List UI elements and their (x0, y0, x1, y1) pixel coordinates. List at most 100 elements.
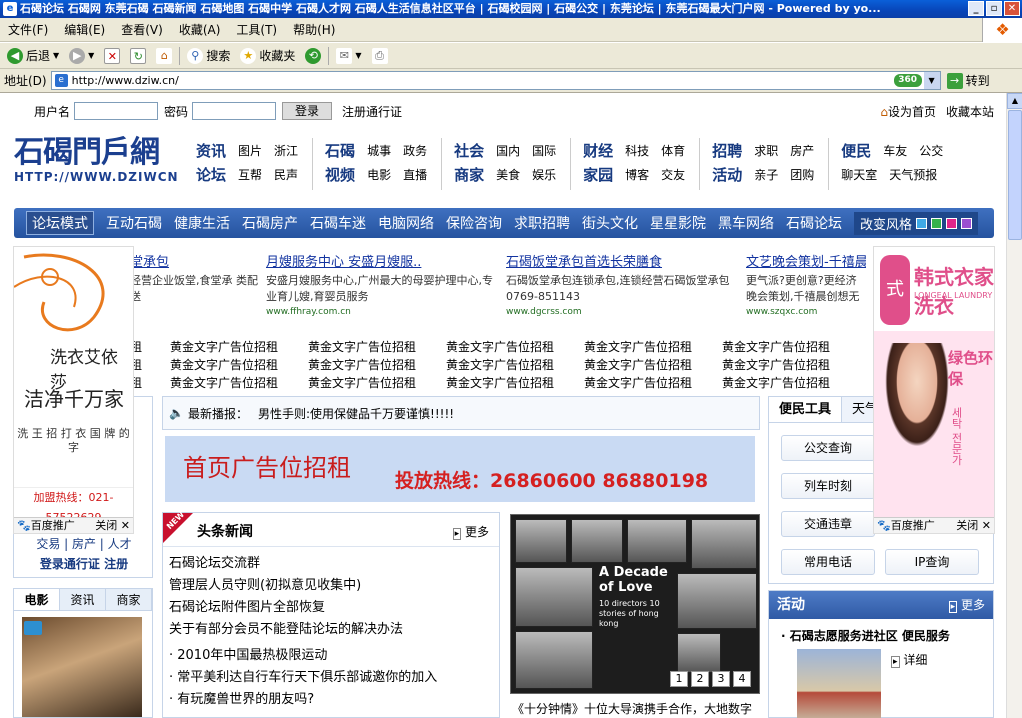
vertical-scrollbar[interactable]: ▲ (1006, 93, 1022, 718)
tab-movie[interactable]: 电影 (14, 589, 60, 610)
nav-link[interactable]: 车友 (883, 142, 907, 159)
featured-ad-title[interactable]: 堂承包 (130, 251, 258, 270)
forum-nav-item[interactable]: 电脑网络 (378, 213, 434, 233)
nav-link[interactable]: 电影 (367, 166, 391, 183)
set-home-link[interactable]: ⌂设为首页 (880, 103, 936, 120)
nav-link[interactable]: 求职 (754, 142, 778, 159)
nav-link[interactable]: 招聘 (712, 140, 742, 161)
slide-page-3[interactable]: 3 (712, 671, 730, 687)
minimize-button[interactable]: _ (968, 1, 984, 16)
style-swatch-purple[interactable] (961, 217, 973, 229)
close-ad-button[interactable]: 关闭 ✕ (956, 518, 991, 533)
left-register-link[interactable]: 登录通行证 注册 (14, 555, 154, 572)
text-ad-link[interactable]: 黄金文字广告位招租 (722, 374, 860, 391)
text-ad-link[interactable]: 黄金文字广告位招租 (308, 356, 446, 373)
style-swatch-blue[interactable] (916, 217, 928, 229)
forum-mode-tab[interactable]: 论坛模式 (26, 211, 94, 235)
nav-link[interactable]: 资讯 (196, 140, 226, 161)
close-ad-button[interactable]: 关闭 ✕ (95, 518, 130, 533)
forum-nav-item[interactable]: 石碣房产 (242, 213, 298, 233)
text-ad-link[interactable]: 黄金文字广告位招租 (170, 356, 308, 373)
nav-link[interactable]: 美食 (496, 166, 520, 183)
nav-link[interactable]: 商家 (454, 164, 484, 185)
address-input[interactable]: e http://www.dziw.cn/ 360 ▼ (50, 71, 941, 90)
forum-nav-item[interactable]: 黑车网络 (718, 213, 774, 233)
nav-link[interactable]: 亲子 (754, 166, 778, 183)
text-ad-link[interactable]: 租 (130, 374, 170, 391)
featured-ad[interactable]: 堂承包 经营企业饭堂,食堂承 类配送 (130, 251, 266, 321)
featured-ad[interactable]: 石碣饭堂承包首选长荣膳食 石碣饭堂承包连锁承包,连锁经营石碣饭堂承包0769-8… (506, 251, 746, 321)
slide-page-4[interactable]: 4 (733, 671, 751, 687)
nav-link[interactable]: 科技 (625, 142, 649, 159)
ip-query-button[interactable]: IP查询 (885, 549, 979, 575)
nav-link[interactable]: 国际 (532, 142, 556, 159)
history-button[interactable]: ⟲ (302, 47, 324, 64)
nav-link[interactable]: 公交 (919, 142, 943, 159)
text-ad-link[interactable]: 租 (130, 356, 170, 373)
nav-link[interactable]: 财经 (583, 140, 613, 161)
text-ad-link[interactable]: 黄金文字广告位招租 (584, 374, 722, 391)
headline-item[interactable]: 管理层人员守则(初拟意见收集中) (169, 575, 499, 597)
movie-thumbnail[interactable] (22, 617, 142, 717)
nav-link[interactable]: 娱乐 (532, 166, 556, 183)
menu-file[interactable]: 文件(F) (0, 18, 56, 42)
nav-link[interactable]: 天气预报 (889, 166, 937, 183)
forum-nav-item[interactable]: 星星影院 (650, 213, 706, 233)
tab-shops[interactable]: 商家 (106, 589, 152, 610)
text-ad-link[interactable]: 黄金文字广告位招租 (722, 338, 860, 355)
nav-link[interactable]: 图片 (238, 142, 262, 159)
nav-link[interactable]: 民声 (274, 166, 298, 183)
print-button[interactable]: ⎙ (369, 47, 391, 64)
left-quick-links[interactable]: 交易 | 房产 | 人才 (14, 535, 154, 552)
text-ad-link[interactable]: 黄金文字广告位招租 (446, 338, 584, 355)
stop-button[interactable]: ✕ (101, 47, 123, 64)
text-ad-link[interactable]: 黄金文字广告位招租 (308, 338, 446, 355)
menu-favorites[interactable]: 收藏(A) (171, 18, 229, 42)
nav-link[interactable]: 聊天室 (841, 166, 877, 183)
featured-ad[interactable]: 文艺晚会策划-千禧晨 更气派?更创意?更经济 晚会策划,千禧晨创想无 www.s… (746, 251, 874, 321)
slide-caption[interactable]: 《十分钟情》十位大导演携手合作，大地数字 (512, 700, 772, 717)
forum-nav-item[interactable]: 健康生活 (174, 213, 230, 233)
register-link[interactable]: 注册通行证 (342, 103, 402, 120)
forum-nav-item[interactable]: 石碣车迷 (310, 213, 366, 233)
username-input[interactable] (74, 102, 159, 120)
menu-tools[interactable]: 工具(T) (228, 18, 285, 42)
activity-detail-link[interactable]: ▸ 详细 (891, 651, 927, 668)
text-ad-link[interactable]: 黄金文字广告位招租 (446, 356, 584, 373)
forum-nav-item[interactable]: 互动石碣 (106, 213, 162, 233)
site-logo[interactable]: 石碣門戶網 HTTP://WWW.DZIWCN (14, 136, 184, 188)
train-schedule-button[interactable]: 列车时刻 (781, 473, 875, 499)
tab-utility-tools[interactable]: 便民工具 (769, 397, 843, 422)
home-button[interactable]: ⌂ (153, 47, 175, 64)
nav-link[interactable]: 社会 (454, 140, 484, 161)
nav-link[interactable]: 活动 (712, 164, 742, 185)
login-button[interactable]: 登录 (282, 102, 333, 120)
nav-link[interactable]: 政务 (403, 142, 427, 159)
phone-directory-button[interactable]: 常用电话 (781, 549, 875, 575)
text-ad-link[interactable]: 黄金文字广告位招租 (584, 338, 722, 355)
forum-nav-item[interactable]: 街头文化 (582, 213, 638, 233)
photo-slideshow[interactable]: A Decade of Love 10 directors 10 stories … (510, 514, 760, 694)
forum-nav-item[interactable]: 石碣论坛 (786, 213, 842, 233)
style-swatch-green[interactable] (931, 217, 943, 229)
tab-news[interactable]: 资讯 (60, 589, 106, 610)
slide-page-1[interactable]: 1 (670, 671, 688, 687)
activity-more-link[interactable]: ▸ 更多 (948, 591, 985, 621)
bookmark-link[interactable]: 收藏本站 (946, 103, 994, 120)
scroll-up-button[interactable]: ▲ (1007, 93, 1022, 109)
slide-page-2[interactable]: 2 (691, 671, 709, 687)
go-button[interactable]: → 转到 (946, 72, 990, 89)
nav-link[interactable]: 团购 (790, 166, 814, 183)
forum-nav-item[interactable]: 求职招聘 (514, 213, 570, 233)
homepage-ad-banner[interactable]: 首页广告位招租 投放热线：26860600 86880198 (165, 436, 755, 502)
nav-link[interactable]: 家园 (583, 164, 613, 185)
headline-item[interactable]: 关于有部分会员不能登陆论坛的解决办法 (169, 619, 499, 641)
forum-nav-item[interactable]: 保险咨询 (446, 213, 502, 233)
featured-ad-title[interactable]: 月嫂服务中心 安盛月嫂服.. (266, 251, 498, 270)
nav-link[interactable]: 博客 (625, 166, 649, 183)
nav-link[interactable]: 城事 (367, 142, 391, 159)
text-ad-link[interactable]: 黄金文字广告位招租 (584, 356, 722, 373)
forward-button[interactable]: ▶ ▼ (66, 47, 97, 64)
text-ad-link[interactable]: 黄金文字广告位招租 (722, 356, 860, 373)
menu-view[interactable]: 查看(V) (113, 18, 171, 42)
